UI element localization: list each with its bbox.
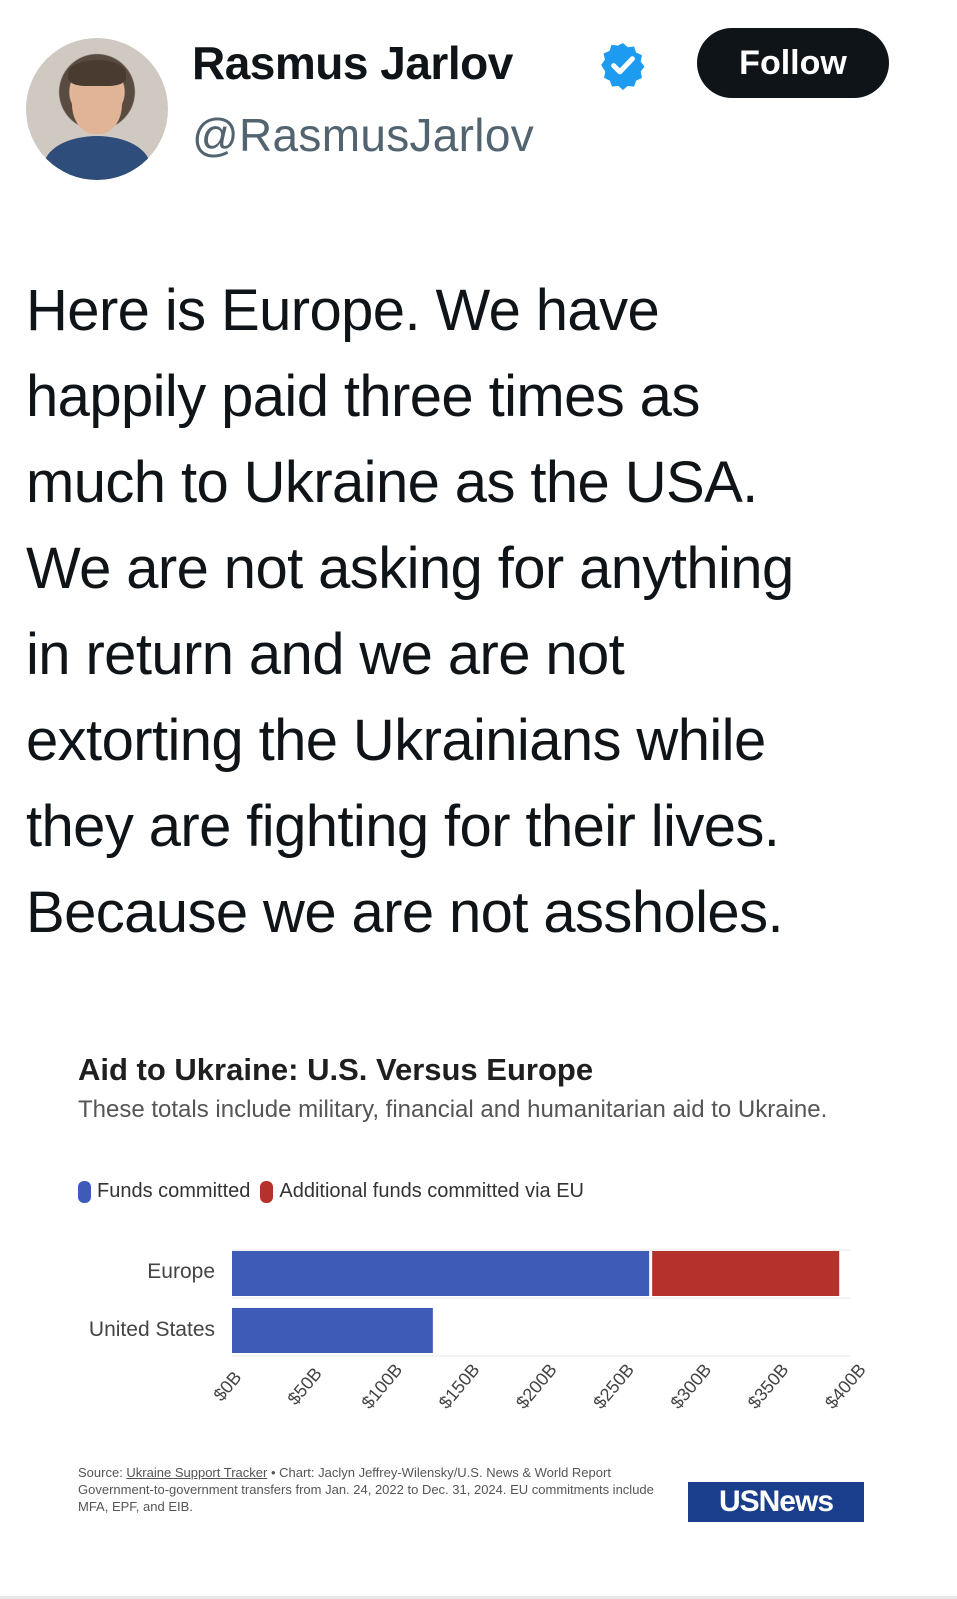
x-tick-label: $100B — [358, 1360, 407, 1413]
x-tick-label: $0B — [209, 1367, 245, 1404]
x-tick-label: $200B — [512, 1360, 561, 1413]
bar-europe-series-1 — [652, 1251, 840, 1296]
x-tick-label: $350B — [744, 1360, 793, 1413]
usnews-logo: USNews — [688, 1482, 864, 1522]
bar-chart: $0B $50B $100B $150B $200B $250B $300B $350B $40… — [209, 1249, 870, 1413]
bar-united-states-series-0 — [232, 1308, 433, 1353]
x-tick-label: $250B — [589, 1360, 638, 1413]
x-tick-label: $400B — [821, 1360, 870, 1413]
chart-note: Government-to-government transfers from … — [78, 1482, 654, 1514]
bar-europe-series-0 — [232, 1251, 650, 1296]
x-tick-label: $50B — [283, 1364, 325, 1409]
chart-source: Source: Ukraine Support Tracker • Chart:… — [78, 1464, 678, 1515]
source-prefix: Source: — [78, 1465, 127, 1480]
x-tick-label: $150B — [435, 1360, 484, 1413]
source-link[interactable]: Ukraine Support Tracker — [126, 1465, 267, 1480]
x-tick-label: $300B — [667, 1360, 716, 1413]
source-rest: • Chart: Jaclyn Jeffrey-Wilensky/U.S. Ne… — [267, 1465, 611, 1480]
